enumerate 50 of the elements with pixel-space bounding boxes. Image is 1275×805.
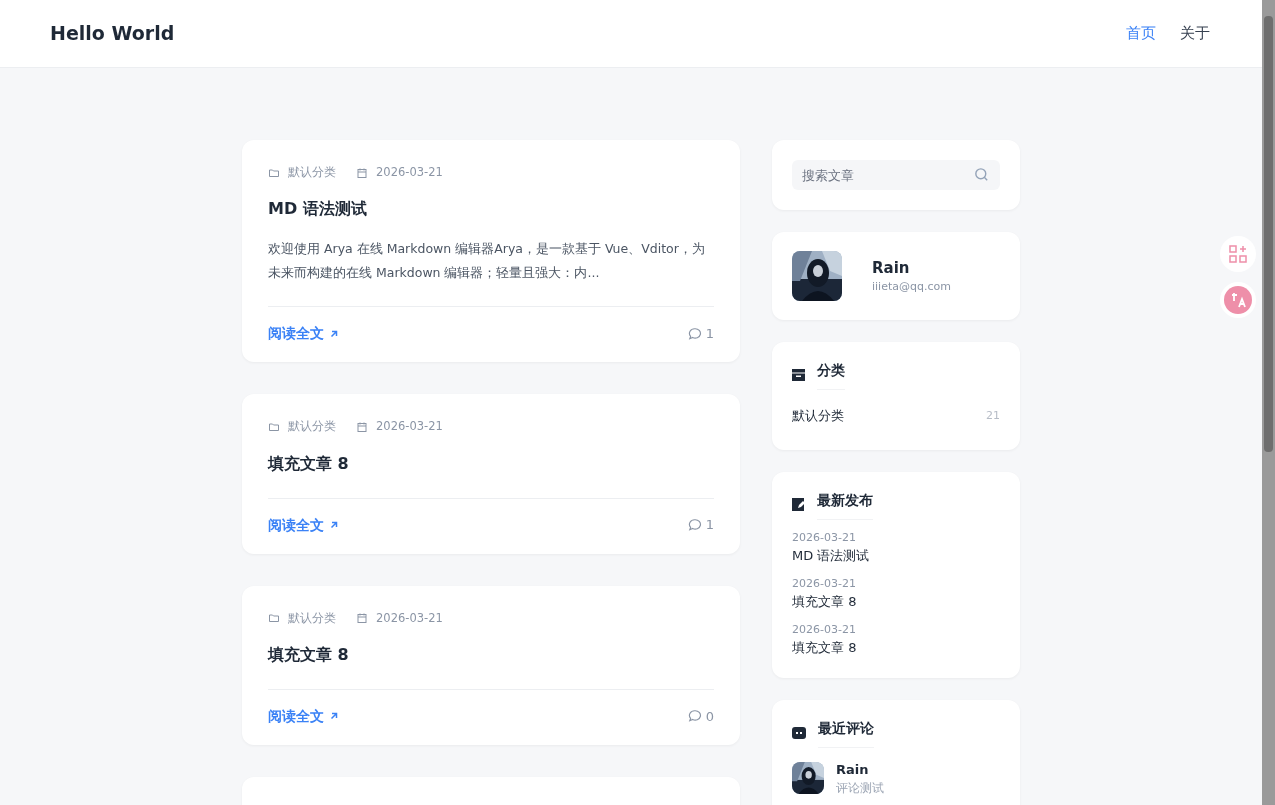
comment-count: 1 [705,325,714,343]
post-title[interactable]: 填充文章 8 [268,642,714,667]
calendar-icon [356,166,368,179]
folder-icon [268,612,280,625]
read-more-link[interactable]: 阅读全文 [268,514,340,536]
folder-icon [268,420,280,433]
section-title: 分类 [817,360,845,390]
archive-icon [792,369,805,381]
post-date: 2026-03-21 [792,621,857,638]
calendar-icon [356,420,368,433]
translate-icon [1223,285,1253,315]
comment-icon [687,709,702,724]
read-more-link[interactable]: 阅读全文 [268,705,340,727]
profile-name: Rain [872,257,911,279]
latest-post-link[interactable]: 填充文章 8 [792,592,1000,612]
nav-link[interactable]: 关于 [1180,22,1210,45]
chat-icon [792,726,806,739]
post-date: 2026-03-21 [792,575,857,592]
section-title: 最新发布 [817,489,873,520]
comment-count: 1 [705,516,714,535]
calendar-icon [356,612,368,625]
apps-icon [1229,245,1247,263]
post-title[interactable]: 填充文章 8 [268,451,714,476]
post-excerpt: 欢迎使用 Arya 在线 Markdown 编辑器Arya，是一款基于 Vue、Vditor，为未来而构建的在线 Markdown 编辑器；轻量且强大：内... [268,240,706,283]
translate-button[interactable] [1220,282,1256,318]
arrow-icon [328,519,340,531]
search-field[interactable]: 搜索文章 [792,160,1000,190]
site-title[interactable]: Hello World [50,19,175,48]
post-date: 2026-03-21 [376,418,443,436]
nav-link[interactable]: 首页 [1126,22,1156,45]
post-title[interactable]: MD 语法测试 [268,197,714,222]
post-date: 2026-03-21 [376,164,443,181]
latest-post-link[interactable]: MD 语法测试 [792,546,1000,566]
folder-icon [268,166,280,179]
search-icon[interactable] [973,166,990,183]
section-title: 最近评论 [818,717,874,748]
profile-email: iiieta@qq.com [872,279,951,295]
post-date: 2026-03-21 [376,609,443,627]
latest-post-link[interactable]: 填充文章 8 [792,638,1000,658]
comment-author: Rain [836,760,870,779]
comment-icon [687,326,702,341]
read-more-link[interactable]: 阅读全文 [268,323,340,345]
comment-icon [687,518,702,532]
scrollbar[interactable] [1262,0,1275,805]
category-item[interactable]: 默认分类 [792,406,844,426]
apps-button[interactable] [1220,236,1256,272]
post-date: 2026-03-21 [792,529,857,546]
edit-icon [792,498,805,511]
comment-count: 0 [705,707,714,726]
category-count: 21 [986,407,1000,424]
